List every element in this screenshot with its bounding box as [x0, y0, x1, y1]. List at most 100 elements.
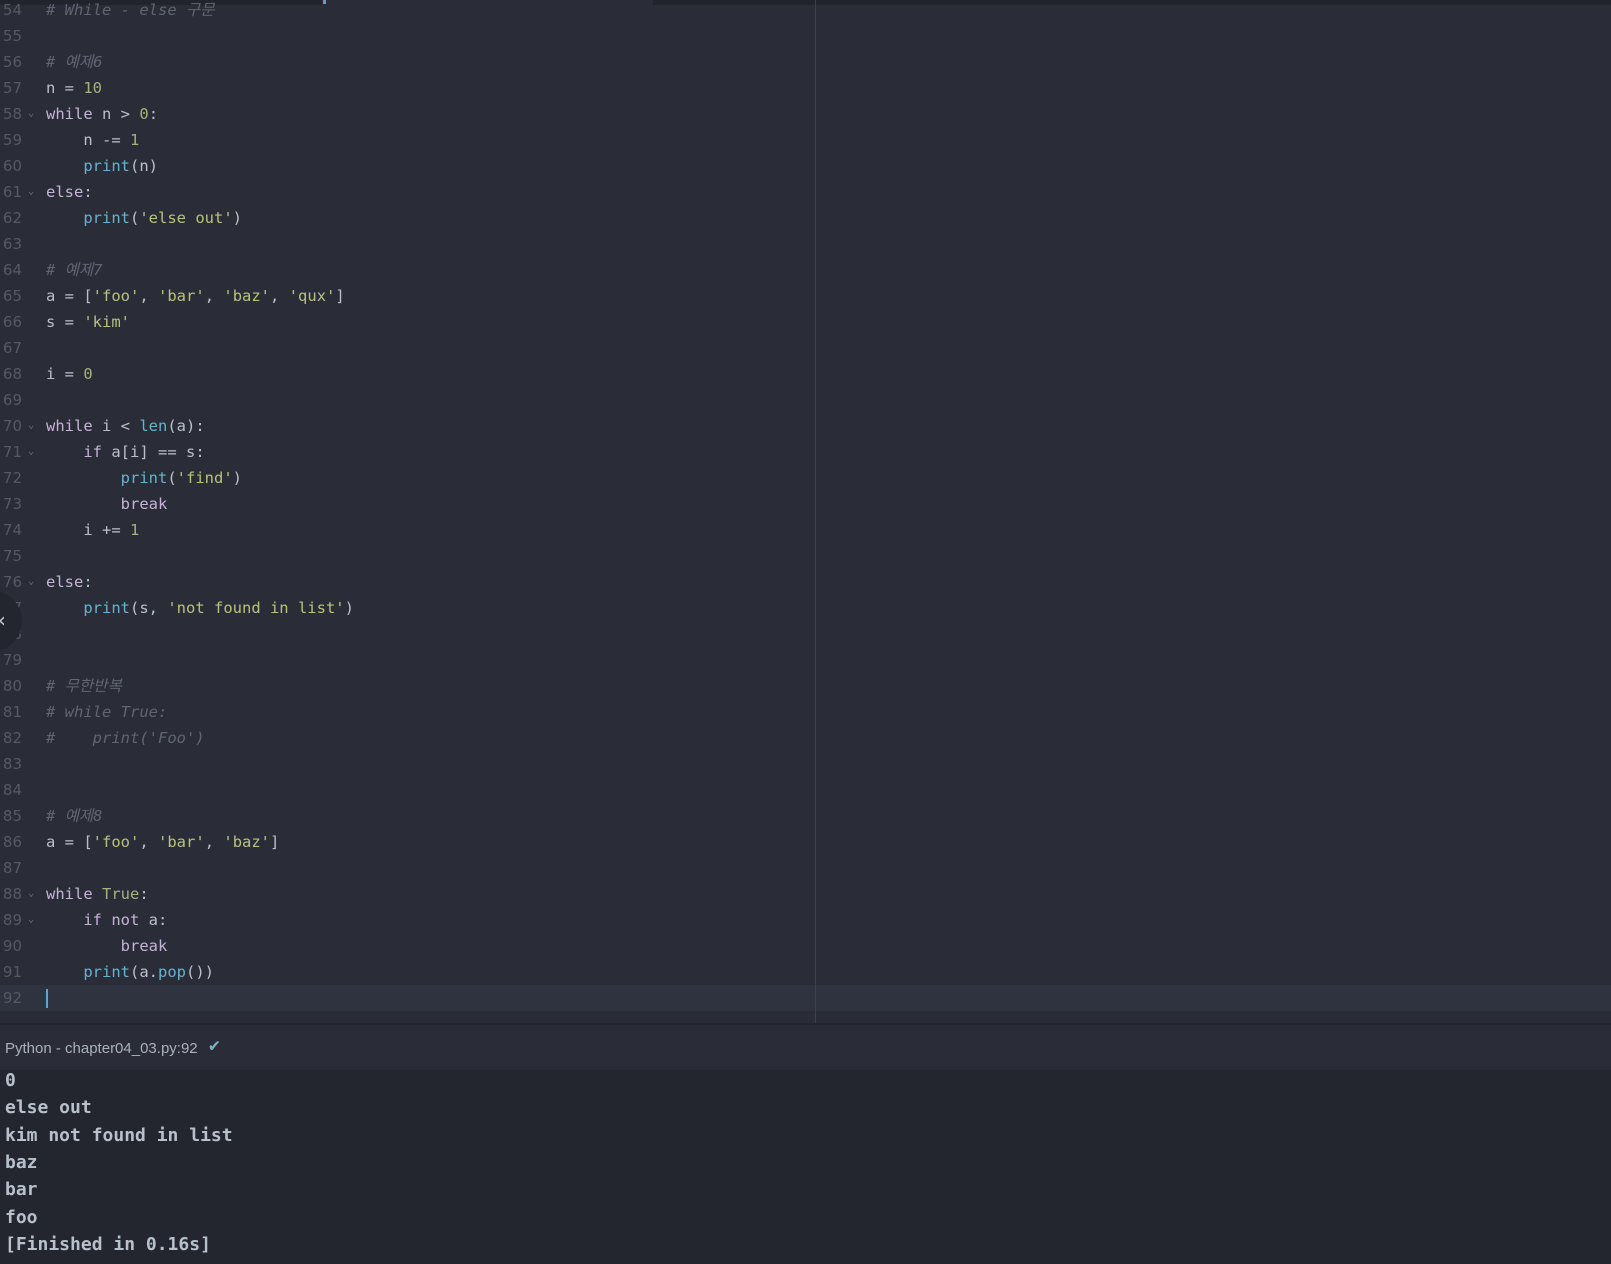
line-number: 76: [2, 573, 22, 591]
code-line[interactable]: 60 print(n): [0, 153, 1611, 179]
code-line[interactable]: 79: [0, 647, 1611, 673]
line-number: 87: [2, 859, 22, 877]
code-line[interactable]: 71 ⌄ if a[i] == s:: [0, 439, 1611, 465]
code-line[interactable]: 64 # 예제7: [0, 257, 1611, 283]
fold-chevron-icon[interactable]: ⌄: [28, 569, 34, 595]
code-text: s = 'kim': [46, 309, 130, 335]
line-number: 60: [2, 157, 22, 175]
line-number: 63: [2, 235, 22, 253]
line-number: 58: [2, 105, 22, 123]
code-token: ]: [335, 287, 345, 305]
line-number: 68: [2, 365, 22, 383]
build-output-header: Python - chapter04_03.py:92 ✔: [0, 1025, 1611, 1070]
code-token: len: [139, 417, 168, 435]
code-line[interactable]: 66 s = 'kim': [0, 309, 1611, 335]
code-token: a = [: [46, 287, 93, 305]
code-line[interactable]: 65 a = ['foo', 'bar', 'baz', 'qux']: [0, 283, 1611, 309]
code-line[interactable]: 78: [0, 621, 1611, 647]
code-lines[interactable]: 54 # While - else 구문 55 56 # 예제6 57 n = 10 58 ⌄ w…: [0, 0, 1611, 1011]
code-text: else:: [46, 179, 93, 205]
code-token: ,: [139, 833, 159, 851]
fold-chevron-icon[interactable]: ⌄: [28, 179, 34, 205]
code-line[interactable]: 87: [0, 855, 1611, 881]
fold-chevron-icon[interactable]: ⌄: [28, 413, 34, 439]
line-number: 66: [2, 313, 22, 331]
code-token: ]: [270, 833, 280, 851]
code-line[interactable]: 81 # while True:: [0, 699, 1611, 725]
code-token: s =: [46, 313, 84, 331]
code-token: 'bar': [158, 287, 205, 305]
line-number: 67: [2, 339, 22, 357]
line-number: 69: [2, 391, 22, 409]
code-token: 'foo': [92, 287, 140, 305]
line-number: 72: [2, 469, 22, 487]
line-number: 84: [2, 781, 22, 799]
code-line[interactable]: 73 break: [0, 491, 1611, 517]
code-line[interactable]: 67: [0, 335, 1611, 361]
code-line[interactable]: 86 a = ['foo', 'bar', 'baz']: [0, 829, 1611, 855]
code-token: a:: [139, 911, 168, 929]
code-text: print(a.pop()): [46, 959, 214, 985]
code-token: i <: [92, 417, 140, 435]
code-text: while True:: [46, 881, 149, 907]
code-line[interactable]: 61 ⌄ else:: [0, 179, 1611, 205]
code-editor[interactable]: 54 # While - else 구문 55 56 # 예제6 57 n = 10 58 ⌄ w…: [0, 0, 1611, 1023]
code-line[interactable]: 92: [0, 985, 1611, 1011]
code-text: # 예제8: [46, 803, 103, 829]
code-line[interactable]: 76 ⌄ else:: [0, 569, 1611, 595]
output-line: 0: [5, 1070, 16, 1091]
code-line[interactable]: 91 print(a.pop()): [0, 959, 1611, 985]
code-line[interactable]: 54 # While - else 구문: [0, 0, 1611, 23]
code-line[interactable]: 69: [0, 387, 1611, 413]
code-line[interactable]: 58 ⌄ while n > 0:: [0, 101, 1611, 127]
code-line[interactable]: 62 print('else out'): [0, 205, 1611, 231]
fold-chevron-icon[interactable]: ⌄: [28, 101, 34, 127]
line-number: 89: [2, 911, 22, 929]
code-text: print(s, 'not found in list'): [46, 595, 354, 621]
code-line[interactable]: 75: [0, 543, 1611, 569]
fold-chevron-icon[interactable]: ⌄: [28, 439, 34, 465]
code-text: a = ['foo', 'bar', 'baz', 'qux']: [46, 283, 345, 309]
code-text: else:: [46, 569, 93, 595]
code-line[interactable]: 57 n = 10: [0, 75, 1611, 101]
code-line[interactable]: 77 print(s, 'not found in list'): [0, 595, 1611, 621]
code-line[interactable]: 82 # print('Foo'): [0, 725, 1611, 751]
code-token: print: [83, 963, 130, 981]
output-line: bar: [5, 1179, 38, 1201]
code-line[interactable]: 90 break: [0, 933, 1611, 959]
line-number: 59: [2, 131, 22, 149]
code-line[interactable]: 88 ⌄ while True:: [0, 881, 1611, 907]
check-icon: ✔: [209, 1035, 220, 1056]
code-line[interactable]: 56 # 예제6: [0, 49, 1611, 75]
code-token: # 예제8: [46, 807, 103, 825]
code-token: 'qux': [288, 287, 336, 305]
code-token: 'else out': [139, 209, 233, 227]
code-line[interactable]: 63: [0, 231, 1611, 257]
build-output-panel[interactable]: 0 else out kim not found in list baz bar foo […: [0, 1070, 1611, 1264]
fold-chevron-icon[interactable]: ⌄: [28, 881, 34, 907]
code-token: while: [46, 105, 93, 123]
code-text: print('find'): [46, 465, 242, 491]
code-line[interactable]: 55: [0, 23, 1611, 49]
output-line: [Finished in 0.16s]: [5, 1233, 211, 1255]
code-token: ,: [204, 833, 224, 851]
code-text: n -= 1: [46, 127, 139, 153]
code-line[interactable]: 83: [0, 751, 1611, 777]
code-line[interactable]: 70 ⌄ while i < len(a):: [0, 413, 1611, 439]
code-line[interactable]: 85 # 예제8: [0, 803, 1611, 829]
code-line[interactable]: 80 # 무한반복: [0, 673, 1611, 699]
code-line[interactable]: 74 i += 1: [0, 517, 1611, 543]
fold-chevron-icon[interactable]: ⌄: [28, 907, 34, 933]
line-number: 75: [2, 547, 22, 565]
code-line[interactable]: 84: [0, 777, 1611, 803]
code-line[interactable]: 68 i = 0: [0, 361, 1611, 387]
code-line[interactable]: 59 n -= 1: [0, 127, 1611, 153]
code-line[interactable]: 72 print('find'): [0, 465, 1611, 491]
line-number: 56: [2, 53, 22, 71]
code-token: while: [46, 885, 93, 903]
code-text: print('else out'): [46, 205, 242, 231]
code-line[interactable]: 89 ⌄ if not a:: [0, 907, 1611, 933]
